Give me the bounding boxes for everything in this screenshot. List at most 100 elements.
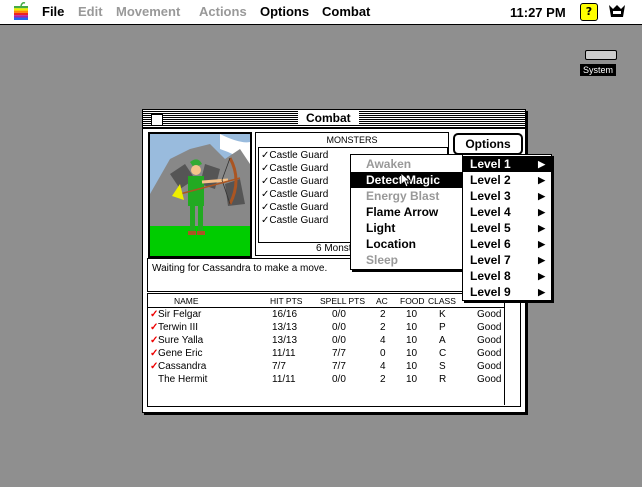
party-name: The Hermit [158,374,208,385]
party-class: C [439,348,447,359]
spell-energy-blast[interactable]: Energy Blast [351,188,463,204]
level-3-item[interactable]: Level 3 ▶ [463,188,551,204]
table-row[interactable]: ✓ Sir Felgar 16/16 0/0 2 10 K Good [148,309,504,322]
menu-bar: File Edit Movement Actions Options Comba… [0,0,642,25]
party-status: Good [477,361,502,372]
monster-count: 6 Monst [316,243,352,254]
spell-location[interactable]: Location [351,236,463,252]
party-spell-pts: 0/0 [332,335,346,346]
party-class: S [439,361,446,372]
level-6-item[interactable]: Level 6 ▶ [463,236,551,252]
monster-item[interactable]: ✓Castle Guard [261,215,328,226]
application-menu-icon[interactable] [607,3,627,21]
submenu-arrow-icon: ▶ [538,239,545,249]
table-row[interactable]: ✓ Terwin III 13/13 0/0 2 10 P Good [148,322,504,335]
level-5-item[interactable]: Level 5 ▶ [463,220,551,236]
status-message: Waiting for Cassandra to make a move. [152,263,328,274]
level-7-item[interactable]: Level 7 ▶ [463,252,551,268]
apple-menu-icon[interactable] [14,2,28,20]
party-food: 10 [406,348,418,359]
party-food: 10 [406,335,418,346]
menu-combat[interactable]: Combat [322,4,370,19]
party-spell-pts: 0/0 [332,309,346,320]
column-header-food: FOOD [400,296,425,306]
party-name: Sure Yalla [158,335,204,346]
spell-light[interactable]: Light [351,220,463,236]
spell-awaken[interactable]: Awaken [351,156,463,172]
party-ac: 4 [380,335,386,346]
party-status: Good [477,374,502,385]
options-button[interactable]: Options [453,133,523,155]
level-label: Level 8 [470,269,511,283]
monster-item[interactable]: ✓Castle Guard [261,163,328,174]
party-ac: 2 [380,374,386,385]
party-ac: 4 [380,361,386,372]
level-label: Level 7 [470,253,511,267]
help-icon[interactable]: ? [580,3,598,21]
monster-item[interactable]: ✓Castle Guard [261,150,328,161]
close-box-icon[interactable] [151,114,163,126]
party-ac: 0 [380,348,386,359]
menu-actions[interactable]: Actions [199,4,247,19]
level-9-item[interactable]: Level 9 ▶ [463,284,551,300]
column-header-hit-pts: HIT PTS [270,296,303,306]
party-name: Cassandra [158,361,207,372]
column-header-class: CLASS [428,296,456,306]
party-hit-pts: 11/11 [272,348,296,359]
submenu-arrow-icon: ▶ [538,175,545,185]
submenu-arrow-icon: ▶ [538,255,545,265]
party-hit-pts: 11/11 [272,374,296,385]
mouse-pointer-icon [401,173,411,188]
menu-movement[interactable]: Movement [116,4,180,19]
character-portrait [148,132,252,258]
menu-clock: 11:27 PM [510,5,566,20]
party-food: 10 [406,322,418,333]
hard-disk-label[interactable]: System [580,64,617,76]
monsters-header: MONSTERS [326,135,378,145]
party-name: Gene Eric [158,348,203,359]
party-food: 10 [406,309,418,320]
party-scrollbar[interactable] [504,294,520,405]
level-1-item[interactable]: Level 1 ▶ [463,156,551,172]
party-food: 10 [406,361,418,372]
table-row[interactable]: ✓ Sure Yalla 13/13 0/0 4 10 A Good [148,335,504,348]
party-status: Good [477,322,502,333]
level-label: Level 2 [470,173,511,187]
level-2-item[interactable]: Level 2 ▶ [463,172,551,188]
submenu-arrow-icon: ▶ [538,287,545,297]
menu-edit[interactable]: Edit [78,4,103,19]
table-row[interactable]: The Hermit 11/11 0/0 2 10 R Good [148,374,504,387]
party-spell-pts: 7/7 [332,348,346,359]
table-row[interactable]: ✓ Cassandra 7/7 7/7 4 10 S Good [148,361,504,374]
party-hit-pts: 13/13 [272,322,298,333]
level-8-item[interactable]: Level 8 ▶ [463,268,551,284]
monster-item[interactable]: ✓Castle Guard [261,189,328,200]
party-ac: 2 [380,322,386,333]
party-hit-pts: 16/16 [272,309,298,320]
party-status: Good [477,348,502,359]
archer-portrait-image [150,134,250,256]
header-divider [148,307,504,308]
menu-options[interactable]: Options [260,4,309,19]
window-title-bar[interactable]: Combat [143,110,525,129]
spell-sleep[interactable]: Sleep [351,252,463,268]
submenu-arrow-icon: ▶ [538,159,545,169]
party-status: Good [477,335,502,346]
level-4-item[interactable]: Level 4 ▶ [463,204,551,220]
hard-disk-icon[interactable] [585,50,617,60]
party-ac: 2 [380,309,386,320]
table-row[interactable]: ✓ Gene Eric 11/11 7/7 0 10 C Good [148,348,504,361]
monster-item[interactable]: ✓Castle Guard [261,176,328,187]
monster-item[interactable]: ✓Castle Guard [261,202,328,213]
submenu-arrow-icon: ▶ [538,271,545,281]
column-header-spell-pts: SPELL PTS [320,296,366,306]
spell-popup-menu: Awaken Detect Magic Energy Blast Flame A… [350,154,464,270]
party-class: P [439,322,446,333]
level-label: Level 4 [470,205,511,219]
spell-flame-arrow[interactable]: Flame Arrow [351,204,463,220]
window-title: Combat [298,111,359,125]
party-class: A [439,335,446,346]
menu-file[interactable]: File [42,4,64,19]
party-status: Good [477,309,502,320]
level-popup-menu: Level 1 ▶ Level 2 ▶ Level 3 ▶ Level 4 ▶ Leve… [462,154,552,301]
